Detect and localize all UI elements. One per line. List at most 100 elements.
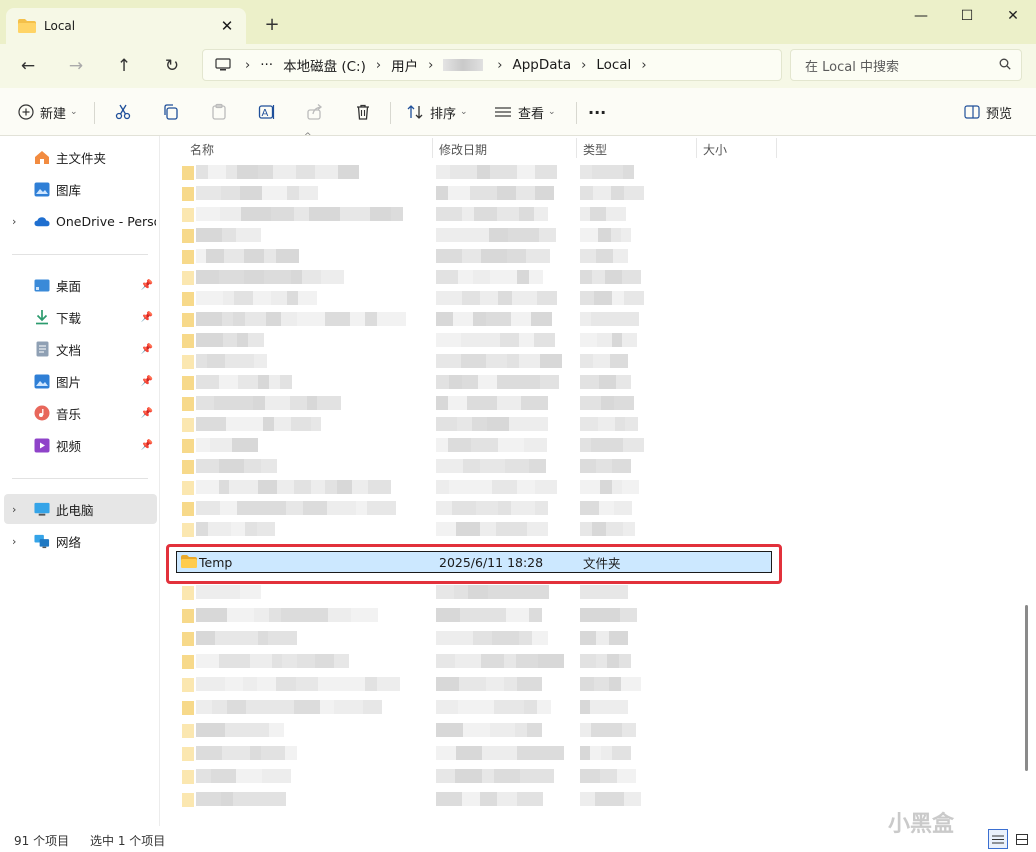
vertical-scrollbar[interactable] bbox=[1025, 605, 1028, 771]
close-window-button[interactable]: ✕ bbox=[990, 0, 1036, 32]
file-row-redacted[interactable] bbox=[176, 459, 636, 475]
chevron-right-icon[interactable]: › bbox=[12, 503, 16, 516]
sidebar-item-network[interactable]: › 网络 bbox=[4, 526, 157, 556]
column-divider[interactable] bbox=[776, 138, 777, 158]
breadcrumb-appdata[interactable]: AppData bbox=[513, 57, 572, 73]
file-row-redacted[interactable] bbox=[176, 270, 641, 286]
column-header-type[interactable]: 类型 bbox=[583, 138, 607, 160]
file-row-redacted[interactable] bbox=[176, 186, 644, 202]
breadcrumb-more[interactable]: ··· bbox=[260, 57, 273, 73]
minimize-button[interactable]: — bbox=[898, 0, 944, 32]
redacted-text-block bbox=[290, 396, 307, 410]
chevron-right-icon[interactable]: › bbox=[12, 215, 16, 228]
file-row-redacted[interactable] bbox=[176, 608, 637, 624]
file-row-redacted[interactable] bbox=[176, 769, 636, 785]
paste-button[interactable] bbox=[210, 100, 228, 124]
file-row-redacted[interactable] bbox=[176, 723, 636, 739]
file-row-redacted[interactable] bbox=[176, 312, 639, 328]
column-header-modified[interactable]: 修改日期 bbox=[439, 138, 487, 160]
breadcrumb-users[interactable]: 用户 bbox=[391, 55, 418, 75]
pin-icon[interactable]: 📌 bbox=[141, 280, 153, 291]
redacted-date-block bbox=[450, 165, 477, 179]
pin-icon[interactable]: 📌 bbox=[141, 312, 153, 323]
sidebar-item-music[interactable]: 音乐 📌 bbox=[4, 398, 157, 428]
file-row-redacted[interactable] bbox=[176, 677, 641, 693]
refresh-button[interactable]: ↻ bbox=[156, 52, 188, 80]
file-row-redacted[interactable] bbox=[176, 480, 639, 496]
sidebar-item-desktop[interactable]: 桌面 📌 bbox=[4, 270, 157, 300]
file-row-redacted[interactable] bbox=[176, 654, 636, 670]
copy-button[interactable] bbox=[162, 100, 180, 124]
file-row-redacted[interactable] bbox=[176, 228, 636, 244]
forward-button[interactable]: → bbox=[60, 52, 92, 80]
details-view-button[interactable] bbox=[988, 829, 1008, 849]
file-row-redacted[interactable] bbox=[176, 501, 636, 517]
address-bar[interactable]: › ··· 本地磁盘 (C:) › 用户 › › AppData › Local… bbox=[202, 49, 782, 81]
folder-icon bbox=[182, 187, 194, 201]
sort-button[interactable]: 排序 ⌄ bbox=[406, 100, 468, 124]
file-row-redacted[interactable] bbox=[176, 396, 636, 412]
share-button[interactable] bbox=[306, 100, 324, 124]
preview-pane-button[interactable]: 预览 bbox=[964, 100, 1012, 124]
file-row-redacted[interactable] bbox=[176, 417, 638, 433]
file-row-redacted[interactable] bbox=[176, 354, 636, 370]
sidebar-item-onedrive[interactable]: › OneDrive - Personal bbox=[4, 206, 157, 236]
redacted-text-block bbox=[307, 396, 317, 410]
redacted-text-block bbox=[222, 746, 250, 760]
column-header-name[interactable]: 名称 bbox=[190, 138, 214, 160]
pin-icon[interactable]: 📌 bbox=[141, 440, 153, 451]
redacted-type-block bbox=[580, 654, 596, 668]
file-row-redacted[interactable] bbox=[176, 333, 637, 349]
file-row-redacted[interactable] bbox=[176, 585, 636, 601]
breadcrumb-drive-c[interactable]: 本地磁盘 (C:) bbox=[283, 55, 366, 75]
up-button[interactable]: ↑ bbox=[108, 52, 140, 80]
back-button[interactable]: ← bbox=[12, 52, 44, 80]
chevron-right-icon[interactable]: › bbox=[12, 535, 16, 548]
sidebar-item-pictures[interactable]: 图片 📌 bbox=[4, 366, 157, 396]
file-row-redacted[interactable] bbox=[176, 291, 644, 307]
column-divider[interactable] bbox=[576, 138, 577, 158]
breadcrumb-separator[interactable]: › bbox=[641, 58, 646, 73]
file-row-redacted[interactable] bbox=[176, 746, 636, 762]
sidebar-item-gallery[interactable]: 图库 bbox=[4, 174, 157, 204]
delete-button[interactable] bbox=[354, 100, 372, 124]
redacted-date-block bbox=[452, 501, 476, 515]
file-row-redacted[interactable] bbox=[176, 249, 636, 265]
new-tab-button[interactable]: + bbox=[262, 14, 282, 35]
redacted-text-block bbox=[254, 354, 267, 368]
search-box[interactable]: 在 Local 中搜索 bbox=[790, 49, 1022, 81]
file-row-redacted[interactable] bbox=[176, 438, 644, 454]
column-header-size[interactable]: 大小 bbox=[703, 138, 727, 160]
new-button[interactable]: 新建 ⌄ bbox=[18, 100, 78, 124]
pin-icon[interactable]: 📌 bbox=[141, 344, 153, 355]
sidebar-item-home[interactable]: 主文件夹 bbox=[4, 142, 157, 172]
sidebar-item-videos[interactable]: 视频 📌 bbox=[4, 430, 157, 460]
breadcrumb-username-redacted[interactable] bbox=[443, 59, 484, 71]
cut-button[interactable] bbox=[114, 100, 132, 124]
tiles-view-button[interactable] bbox=[1012, 829, 1032, 849]
redacted-type-block bbox=[580, 207, 590, 221]
rename-button[interactable]: A bbox=[258, 100, 276, 124]
file-row-redacted[interactable] bbox=[176, 375, 636, 391]
file-row-redacted[interactable] bbox=[176, 522, 636, 538]
sidebar-item-downloads[interactable]: 下载 📌 bbox=[4, 302, 157, 332]
more-options-button[interactable]: ··· bbox=[588, 100, 606, 124]
redacted-date-block bbox=[529, 608, 542, 622]
file-row-redacted[interactable] bbox=[176, 165, 636, 181]
column-divider[interactable] bbox=[696, 138, 697, 158]
pin-icon[interactable]: 📌 bbox=[141, 376, 153, 387]
breadcrumb-local[interactable]: Local bbox=[596, 57, 631, 73]
maximize-button[interactable]: ☐ bbox=[944, 0, 990, 32]
tab-local[interactable]: Local ✕ bbox=[6, 8, 246, 44]
column-divider[interactable] bbox=[432, 138, 433, 158]
file-row-redacted[interactable] bbox=[176, 700, 636, 716]
file-row-redacted[interactable] bbox=[176, 792, 641, 808]
close-tab-icon[interactable]: ✕ bbox=[218, 17, 236, 35]
sidebar-item-documents[interactable]: 文档 📌 bbox=[4, 334, 157, 364]
pin-icon[interactable]: 📌 bbox=[141, 408, 153, 419]
sidebar-item-this-pc[interactable]: › 此电脑 bbox=[4, 494, 157, 524]
redacted-text-block bbox=[196, 417, 213, 431]
file-row-redacted[interactable] bbox=[176, 631, 636, 647]
file-row-redacted[interactable] bbox=[176, 207, 636, 223]
view-button[interactable]: 查看 ⌄ bbox=[494, 100, 556, 124]
